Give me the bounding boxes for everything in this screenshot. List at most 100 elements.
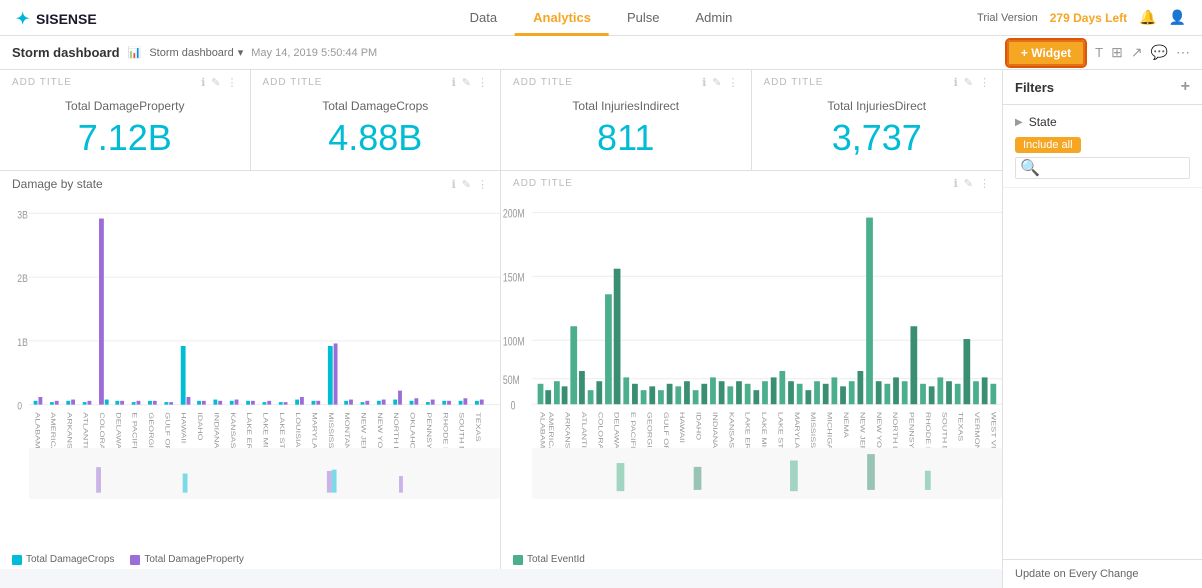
chart-icons-2: ℹ ✎ ⋮ — [954, 177, 990, 190]
edit-icon-2[interactable]: ✎ — [462, 76, 471, 89]
metric-label-1: Total DamageProperty — [12, 99, 238, 113]
filter-search-icon: 🔍 — [1020, 158, 1040, 178]
sidebar-footer: Update on Every Change — [1003, 559, 1202, 588]
metric-value-1: 7.12B — [12, 117, 238, 159]
chart-legend-2: Total EventId — [501, 550, 1002, 569]
kpi-add-title-3: ADD TITLE — [513, 77, 573, 88]
user-icon[interactable]: 👤 — [1169, 9, 1186, 26]
chart-more-icon-2[interactable]: ⋮ — [979, 177, 990, 190]
legend-label-2a: Total EventId — [527, 554, 585, 565]
metric-value-4: 3,737 — [764, 117, 991, 159]
dashboard-area: ADD TITLE ℹ ✎ ⋮ Total DamageProperty 7.1… — [0, 70, 1002, 588]
info-icon-1[interactable]: ℹ — [201, 76, 205, 89]
add-widget-button[interactable]: + Widget — [1007, 40, 1085, 66]
kpi-header-2: ADD TITLE ℹ ✎ ⋮ — [263, 76, 489, 89]
tab-analytics[interactable]: Analytics — [515, 0, 609, 36]
include-all-tag[interactable]: Include all — [1015, 137, 1081, 153]
toolbar: Storm dashboard 📊 Storm dashboard ▾ May … — [0, 36, 1202, 70]
metric-label-2: Total DamageCrops — [263, 99, 489, 113]
svg-text:TEXAS: TEXAS — [957, 412, 965, 441]
toolbar-icons: T ⊞ ↗ 💬 ⋯ — [1095, 44, 1190, 61]
svg-text:3B: 3B — [17, 209, 28, 221]
metric-label-4: Total InjuriesDirect — [764, 99, 991, 113]
edit-icon-3[interactable]: ✎ — [712, 76, 721, 89]
dashboard-icon: 📊 — [128, 46, 142, 59]
legend-dot-1b — [130, 555, 140, 565]
kpi-icons-1: ℹ ✎ ⋮ — [201, 76, 237, 89]
tab-pulse[interactable]: Pulse — [609, 0, 678, 36]
kpi-add-title-4: ADD TITLE — [764, 77, 824, 88]
svg-text:2B: 2B — [17, 273, 28, 285]
svg-text:SISENSE: SISENSE — [36, 11, 97, 27]
main-layout: ADD TITLE ℹ ✎ ⋮ Total DamageProperty 7.1… — [0, 70, 1202, 588]
add-filter-button[interactable]: + — [1181, 78, 1190, 96]
kpi-add-title-2: ADD TITLE — [263, 77, 323, 88]
layout-icon[interactable]: ⊞ — [1111, 44, 1123, 61]
sidebar-header: Filters + — [1003, 70, 1202, 105]
chart-icons-1: ℹ ✎ ⋮ — [452, 178, 488, 191]
chart-header-1: Damage by state ℹ ✎ ⋮ — [0, 177, 500, 191]
svg-text:INDIANA: INDIANA — [711, 412, 719, 449]
kpi-icons-4: ℹ ✎ ⋮ — [954, 76, 990, 89]
kpi-header-1: ADD TITLE ℹ ✎ ⋮ — [12, 76, 238, 89]
svg-text:TEXAS: TEXAS — [474, 412, 482, 441]
kpi-icons-3: ℹ ✎ ⋮ — [702, 76, 738, 89]
chart-header-2: ADD TITLE ℹ ✎ ⋮ — [501, 177, 1002, 190]
top-nav: ✦ SISENSE Data Analytics Pulse Admin Tri… — [0, 0, 1202, 36]
bell-icon[interactable]: 🔔 — [1139, 9, 1156, 26]
text-icon[interactable]: T — [1095, 45, 1103, 60]
svg-text:IDAHO: IDAHO — [695, 412, 703, 440]
svg-text:KANSAS: KANSAS — [229, 412, 237, 448]
svg-text:✦: ✦ — [16, 11, 29, 28]
kpi-add-title-1: ADD TITLE — [12, 77, 72, 88]
more-icon-1[interactable]: ⋮ — [227, 76, 238, 89]
tab-admin[interactable]: Admin — [677, 0, 750, 36]
kpi-header-3: ADD TITLE ℹ ✎ ⋮ — [513, 76, 739, 89]
state-filter-label: State — [1029, 115, 1057, 129]
kpi-icons-2: ℹ ✎ ⋮ — [452, 76, 488, 89]
chart-info-icon-2[interactable]: ℹ — [954, 177, 958, 190]
legend-label-1a: Total DamageCrops — [26, 554, 114, 565]
svg-text:150M: 150M — [503, 272, 525, 284]
legend-dot-2a — [513, 555, 523, 565]
more-icon-2[interactable]: ⋮ — [477, 76, 488, 89]
chevron-down-icon: ▾ — [238, 46, 244, 59]
svg-text:0: 0 — [17, 401, 22, 413]
chart-legend-1: Total DamageCrops Total DamageProperty — [0, 550, 500, 569]
nav-tabs: Data Analytics Pulse Admin — [452, 0, 751, 36]
update-label: Update on Every Change — [1015, 568, 1139, 580]
chart-card-1: Damage by state ℹ ✎ ⋮ 3B 2B 1B 0 — [0, 171, 501, 569]
comment-icon[interactable]: 💬 — [1151, 44, 1168, 61]
svg-text:200M: 200M — [503, 209, 525, 221]
chart-edit-icon-2[interactable]: ✎ — [964, 177, 973, 190]
state-filter-item[interactable]: ▶ State — [1015, 113, 1190, 131]
chart-info-icon-1[interactable]: ℹ — [452, 178, 456, 191]
svg-text:IDAHO: IDAHO — [196, 412, 204, 440]
breadcrumb: Storm dashboard ▾ — [149, 46, 243, 59]
chart-body-1: 3B 2B 1B 0 — [0, 193, 500, 550]
edit-icon-4[interactable]: ✎ — [964, 76, 973, 89]
info-icon-3[interactable]: ℹ — [702, 76, 706, 89]
sisense-logo: ✦ SISENSE — [16, 7, 106, 29]
more-icon-4[interactable]: ⋮ — [979, 76, 990, 89]
chart-body-2: 200M 150M 100M 50M 0 — [501, 192, 1002, 550]
svg-text:INDIANA: INDIANA — [213, 412, 221, 449]
info-icon-4[interactable]: ℹ — [954, 76, 958, 89]
tab-data[interactable]: Data — [452, 0, 515, 36]
legend-item-1a: Total DamageCrops — [12, 554, 114, 565]
kpi-card-2: ADD TITLE ℹ ✎ ⋮ Total DamageCrops 4.88B — [251, 70, 502, 170]
chart-add-title-2: ADD TITLE — [513, 178, 573, 189]
sidebar: Filters + ▶ State Include all 🔍 Update o… — [1002, 70, 1202, 588]
chart-edit-icon-1[interactable]: ✎ — [462, 178, 471, 191]
chart-more-icon-1[interactable]: ⋮ — [477, 178, 488, 191]
edit-icon-1[interactable]: ✎ — [211, 76, 220, 89]
share-icon[interactable]: ↗ — [1131, 44, 1143, 61]
more-icon[interactable]: ⋯ — [1176, 44, 1190, 61]
more-icon-3[interactable]: ⋮ — [728, 76, 739, 89]
chart-svg-1: 3B 2B 1B 0 — [0, 193, 500, 550]
svg-text:KANSAS: KANSAS — [728, 412, 736, 448]
metric-label-3: Total InjuriesIndirect — [513, 99, 739, 113]
filter-input-wrapper: 🔍 — [1015, 157, 1190, 179]
info-icon-2[interactable]: ℹ — [452, 76, 456, 89]
kpi-card-1: ADD TITLE ℹ ✎ ⋮ Total DamageProperty 7.1… — [0, 70, 251, 170]
